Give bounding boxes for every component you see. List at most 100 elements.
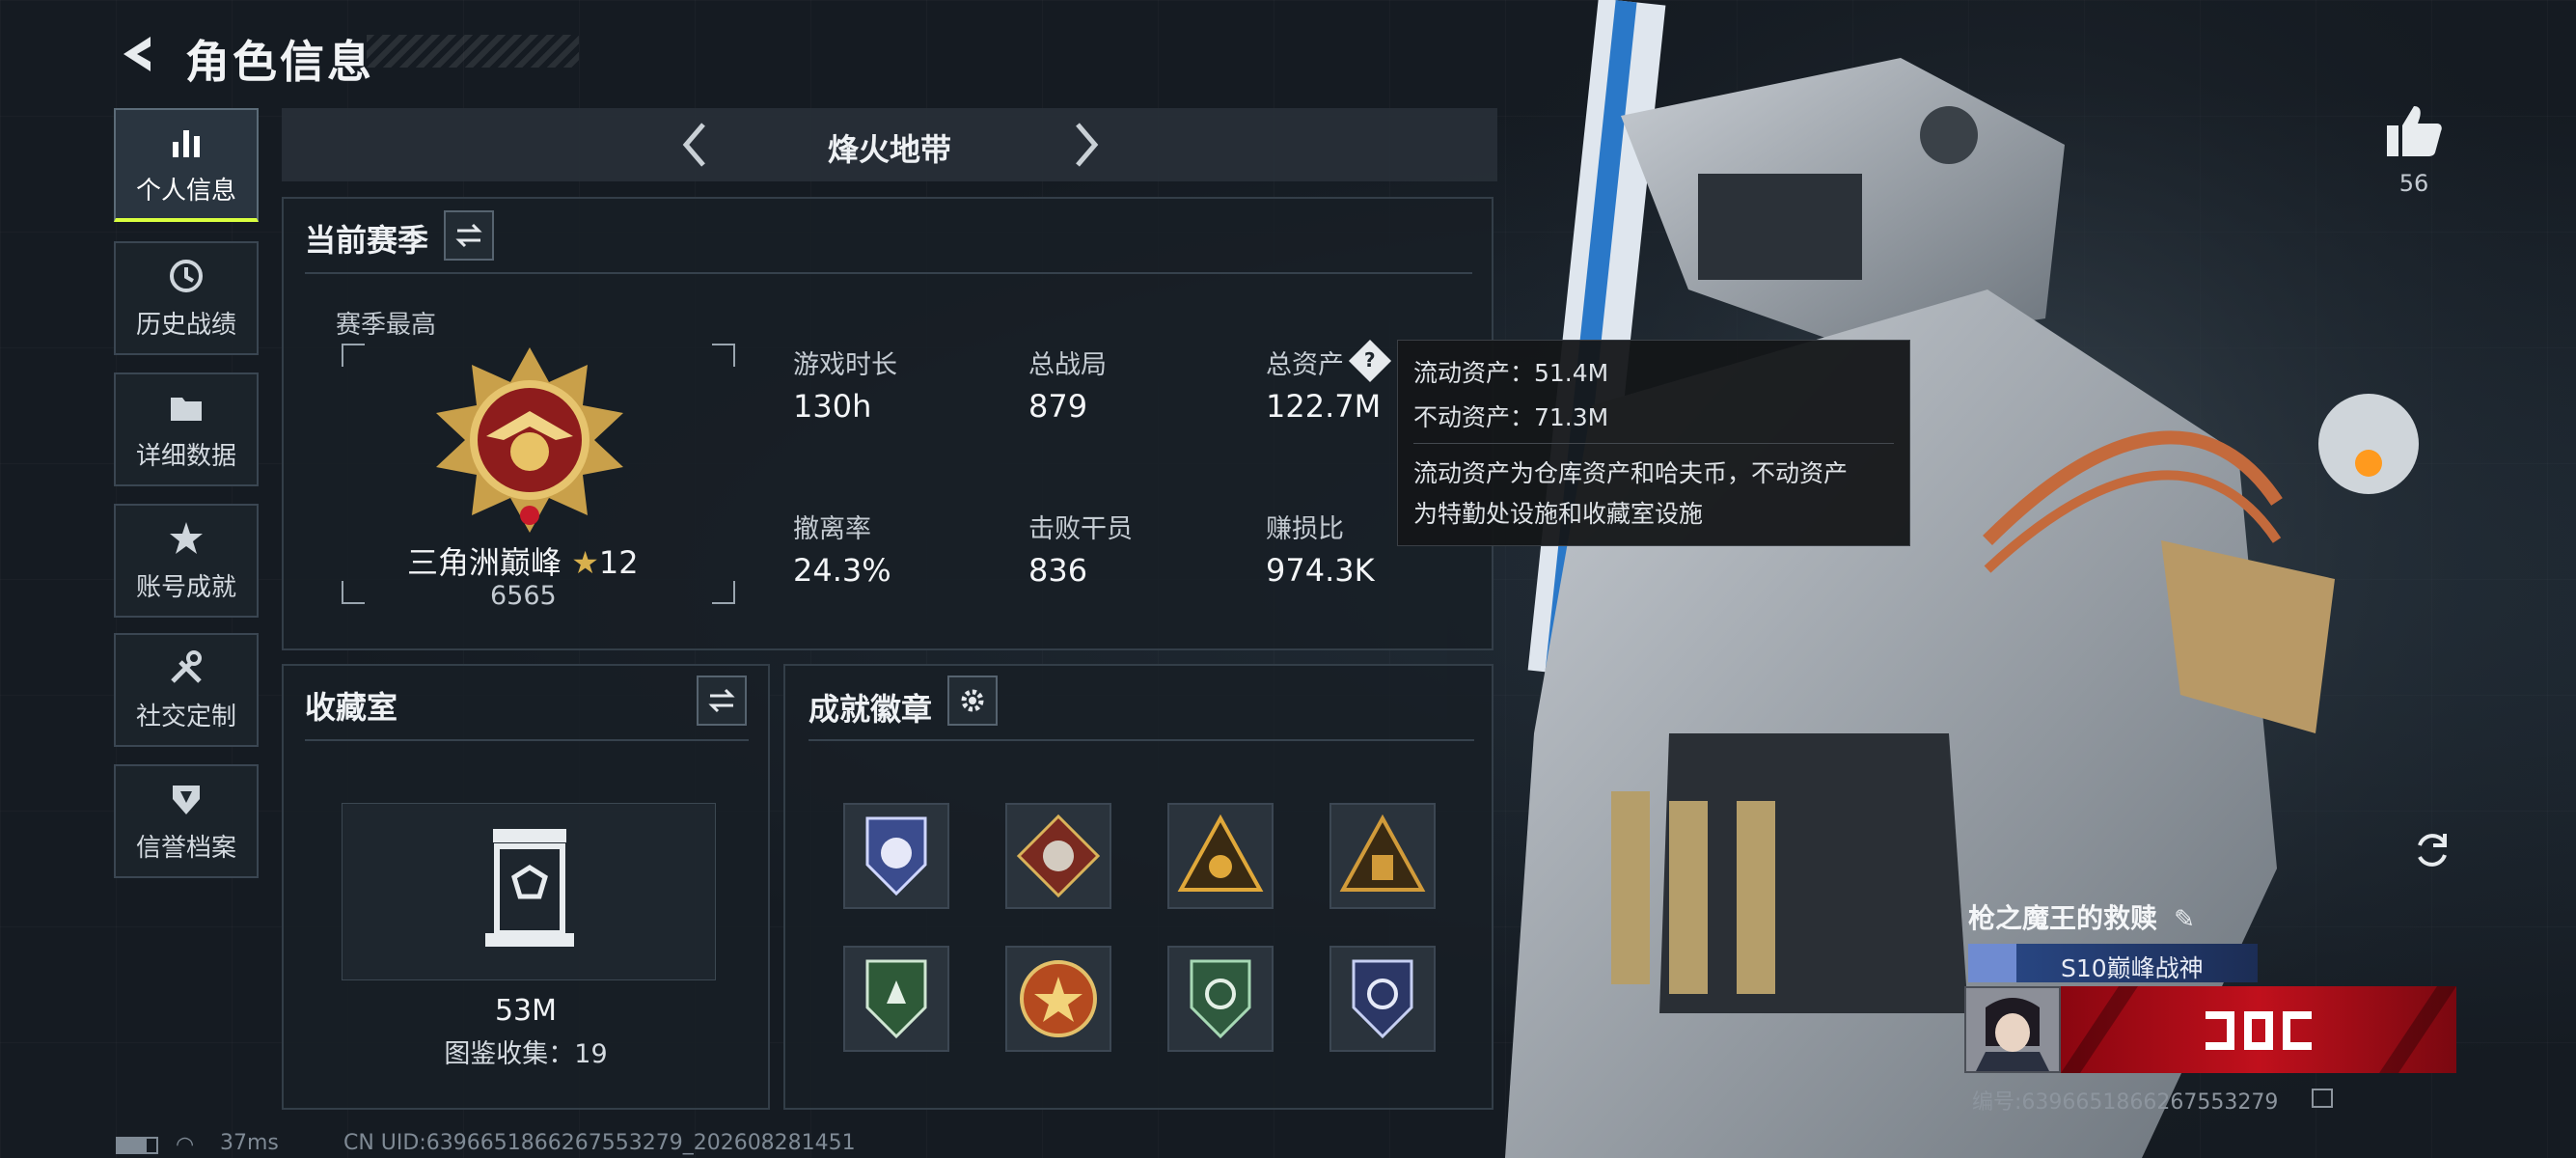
bar-chart-icon [173, 129, 200, 157]
team-logo [2061, 986, 2456, 1073]
title-tag-text: S10巅峰战神 [2061, 954, 2204, 982]
rank-stars: 12 [598, 544, 639, 581]
rank-emblem-icon [436, 347, 623, 533]
nav-item-reputation[interactable]: 信誉档案 [114, 764, 259, 878]
badge-slot[interactable] [1005, 946, 1111, 1052]
badge-2 [1016, 813, 1101, 898]
collection-panel: 收藏室 53M 图鉴收集：19 [282, 664, 770, 1110]
history-clock-icon [170, 259, 203, 292]
rank-star-icon: ★ [571, 544, 599, 581]
stat-label-kills: 击败干员 [1028, 514, 1133, 544]
like-button[interactable] [2383, 100, 2445, 162]
title-tag: S10巅峰战神 [1968, 944, 2258, 982]
nav-label: 信誉档案 [135, 833, 236, 863]
swap-icon [708, 688, 735, 713]
stat-value-kills: 836 [1028, 552, 1088, 589]
rotate-button[interactable] [2406, 824, 2458, 876]
battery-fill [118, 1139, 147, 1152]
badges-settings-button[interactable] [947, 676, 998, 726]
page-title: 角色信息 [185, 36, 374, 88]
swap-icon [455, 223, 482, 248]
divider [305, 739, 749, 741]
thumbs-up-icon [2387, 106, 2442, 156]
folder-icon [171, 397, 202, 421]
next-mode-button[interactable] [1057, 116, 1115, 174]
uid-text: CN UID:6396651866267553279_202608281451 [343, 1131, 856, 1155]
gear-icon [961, 689, 984, 712]
avatar-portrait [1966, 988, 2059, 1071]
badge-slot[interactable] [1167, 946, 1274, 1052]
badge-4 [1339, 813, 1426, 892]
assets-help-button[interactable]: ? [1348, 339, 1392, 383]
profile-name-row: 枪之魔王的救赎 ✎ [1968, 897, 2470, 936]
refresh-icon [2418, 834, 2447, 867]
copy-id-icon[interactable] [2312, 1089, 2333, 1108]
ping-text: 37ms [220, 1131, 279, 1155]
badge-7 [1190, 959, 1251, 1039]
tooltip-liquid: 流动资产：51.4M [1413, 359, 1609, 387]
collection-title: 收藏室 [305, 689, 398, 726]
badge-slot[interactable] [843, 946, 949, 1052]
divider [305, 272, 1472, 274]
collection-preview[interactable] [342, 803, 716, 980]
badge-slot[interactable] [1329, 946, 1436, 1052]
display-case-icon [485, 829, 574, 947]
stat-value-total-matches: 879 [1028, 388, 1088, 425]
edit-name-icon[interactable]: ✎ [2174, 905, 2195, 934]
badge-slot[interactable] [1005, 803, 1111, 909]
nav-item-personal-info[interactable]: 个人信息 [114, 108, 259, 222]
badges-title: 成就徽章 [808, 691, 933, 728]
badge-5 [865, 959, 927, 1039]
season-best-label: 赛季最高 [336, 311, 437, 340]
rank-name: 三角洲巅峰 [407, 544, 562, 581]
player-name: 枪之魔王的救赎 [1968, 902, 2158, 934]
nav-label: 历史战绩 [135, 310, 236, 340]
frame-corner [712, 581, 735, 604]
badge-slot[interactable] [1329, 803, 1436, 909]
tooltip-desc-2: 为特勤处设施和收藏室设施 [1413, 500, 1704, 528]
player-id: 编号:6396651866267553279 [1972, 1090, 2279, 1115]
frame-corner [342, 344, 365, 367]
collection-switch-button[interactable] [697, 676, 747, 726]
divider [808, 739, 1474, 741]
wrench-tools-icon [171, 649, 202, 683]
nav-item-social-custom[interactable]: 社交定制 [114, 633, 259, 747]
badge-3 [1177, 813, 1264, 892]
chevron-right-icon [1076, 123, 1099, 167]
battery-icon [116, 1137, 158, 1154]
back-button[interactable] [108, 25, 166, 83]
badge-1 [865, 816, 927, 896]
badge-6 [1020, 960, 1097, 1037]
mode-title: 烽火地带 [827, 131, 951, 168]
nav-label: 社交定制 [135, 702, 236, 731]
team-banner [2061, 986, 2456, 1073]
assets-tooltip: 流动资产：51.4M 不动资产：71.3M 流动资产为仓库资产和哈夫币，不动资产… [1397, 340, 1910, 546]
collection-catalog: 图鉴收集：19 [444, 1039, 608, 1069]
badge-slot[interactable] [843, 803, 949, 909]
rank-points: 6565 [490, 581, 557, 611]
stat-value-playtime: 130h [793, 388, 872, 425]
nav-item-detailed-data[interactable]: 详细数据 [114, 372, 259, 486]
back-arrow-icon [123, 37, 151, 71]
mode-selector: 烽火地带 [282, 108, 1497, 181]
stat-value-extract-rate: 24.3% [793, 552, 891, 589]
tooltip-desc-1: 流动资产为仓库资产和哈夫币，不动资产 [1413, 459, 1849, 487]
stat-label-total-matches: 总战局 [1028, 350, 1107, 380]
title-decoration [367, 35, 579, 68]
avatar[interactable] [1964, 986, 2061, 1073]
stat-value-profit-ratio: 974.3K [1266, 552, 1375, 589]
badge-slot[interactable] [1167, 803, 1274, 909]
question-icon: ? [1364, 349, 1376, 372]
season-switch-button[interactable] [444, 210, 494, 261]
stat-value-total-assets: 122.7M [1266, 388, 1382, 425]
divider [1413, 443, 1894, 444]
nav-item-match-history[interactable]: 历史战绩 [114, 241, 259, 355]
nav-item-achievements[interactable]: 账号成就 [114, 504, 259, 618]
nav-label: 账号成就 [135, 572, 236, 602]
collection-value: 53M [494, 994, 558, 1028]
badge-8 [1352, 959, 1413, 1039]
frame-corner [342, 581, 365, 604]
badges-panel: 成就徽章 [783, 664, 1494, 1110]
stat-label-total-assets: 总资产 [1266, 350, 1344, 380]
like-count: 56 [2398, 170, 2429, 197]
